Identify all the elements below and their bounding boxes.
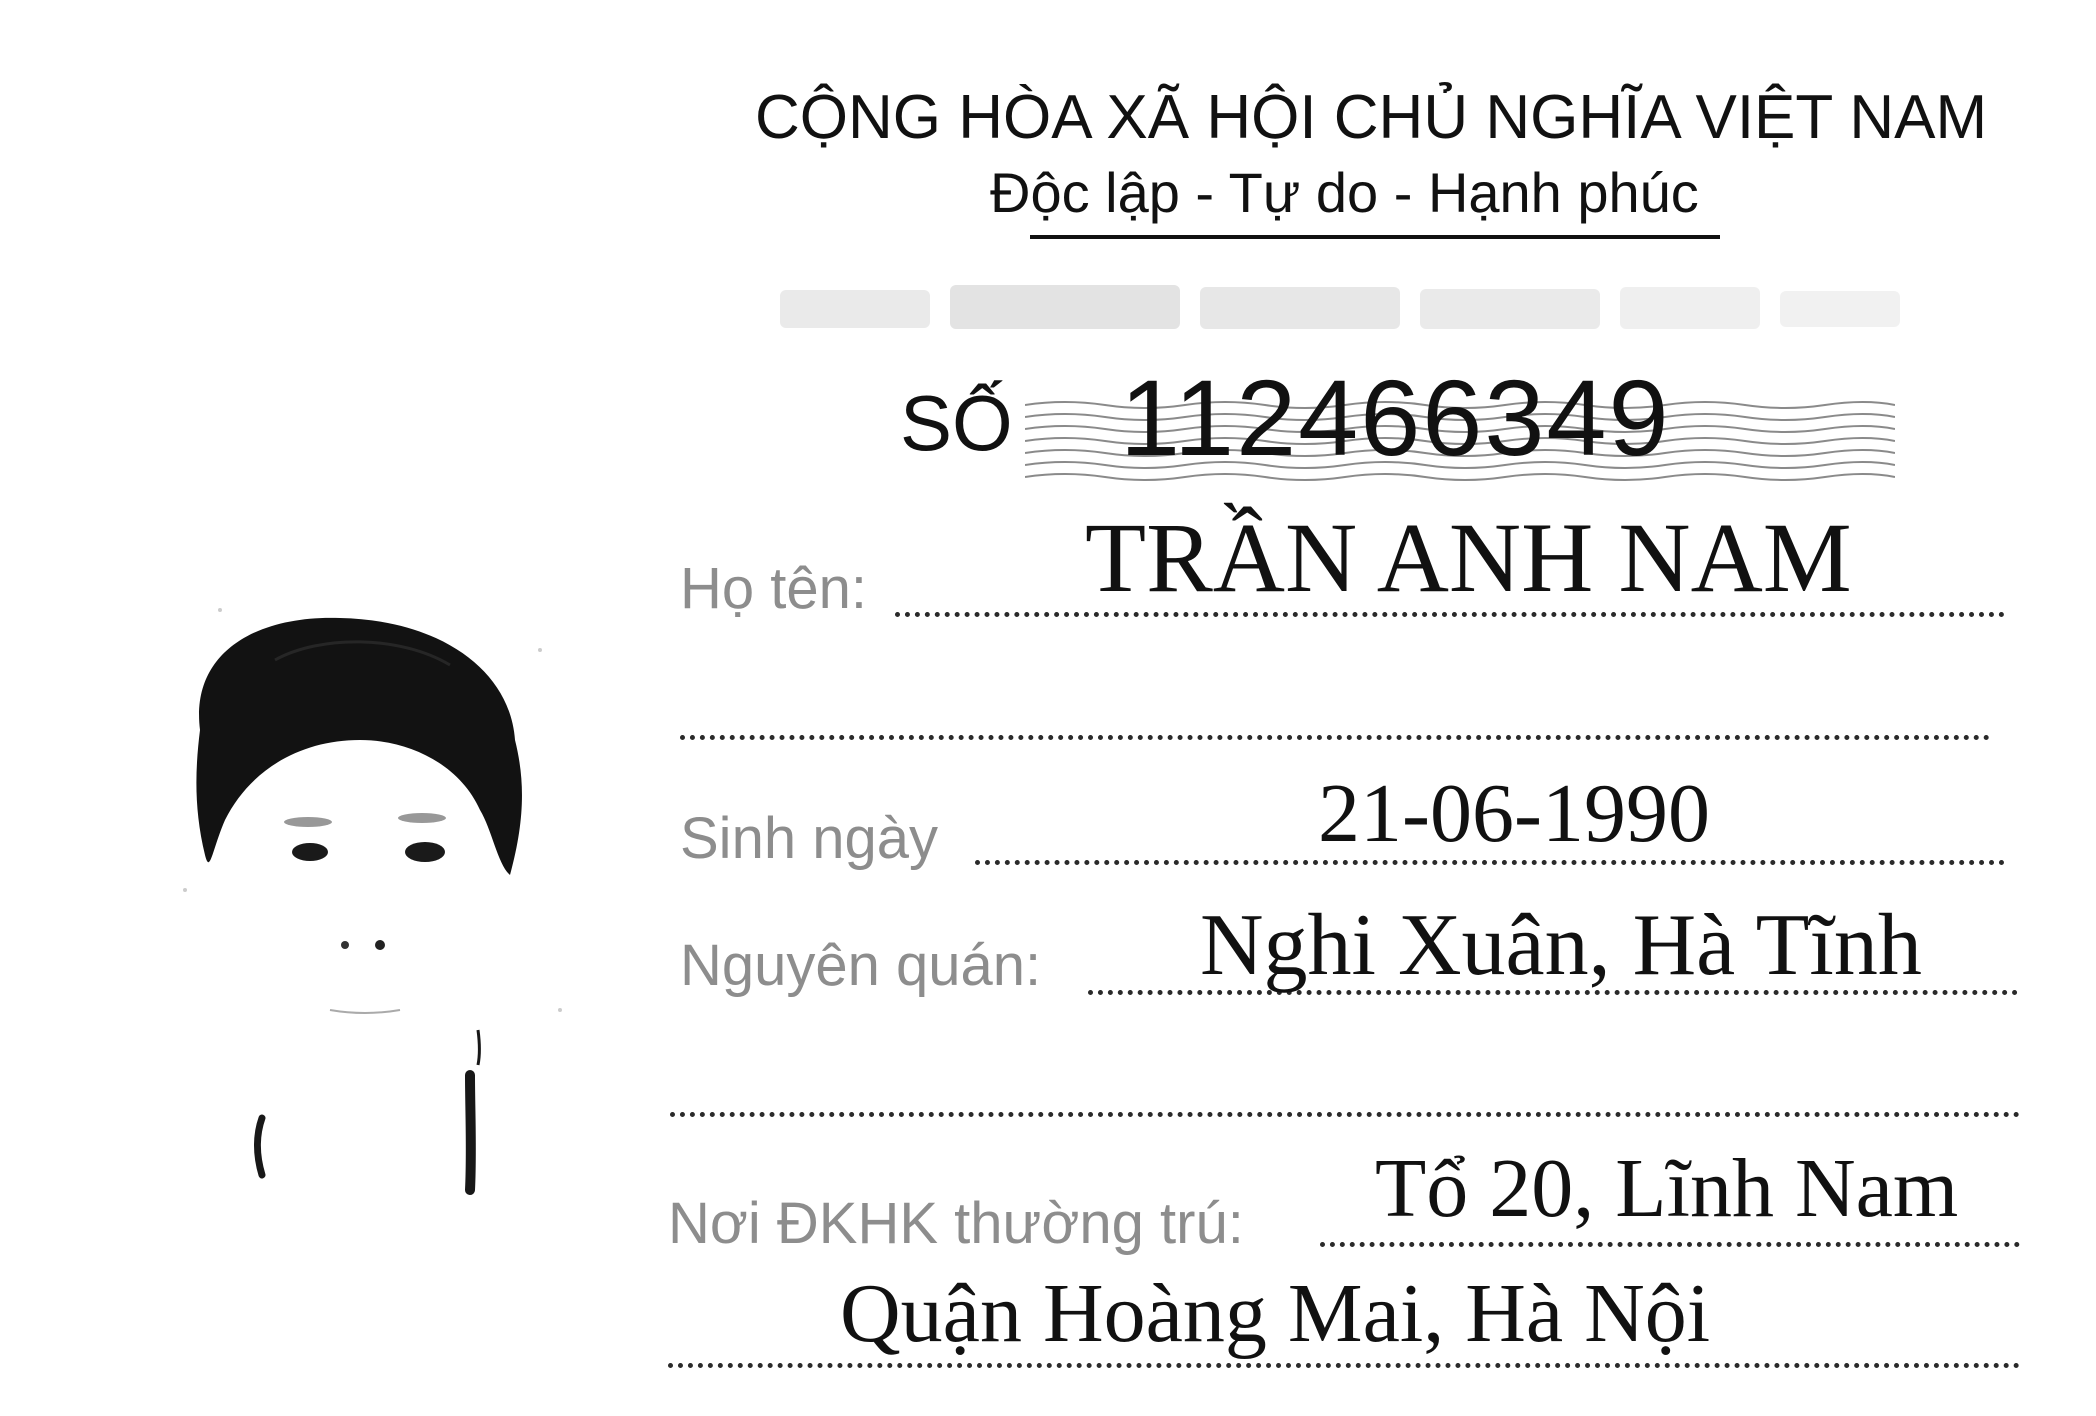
- portrait-photo: [183, 608, 562, 1195]
- origin-dotted-line-2: [670, 1112, 2020, 1117]
- card-number: 112466349: [1120, 357, 1671, 478]
- motto: Độc lập - Tự do - Hạnh phúc: [990, 161, 1699, 224]
- name-dotted-line-2: [680, 735, 1990, 740]
- number-label: SỐ: [900, 379, 1013, 467]
- origin-value: Nghi Xuân, Hà Tĩnh: [1200, 897, 1922, 994]
- dob-label: Sinh ngày: [680, 806, 938, 871]
- country-title: CỘNG HÒA XÃ HỘI CHỦ NGHĨA VIỆT NAM: [755, 83, 1988, 152]
- residence-dotted-line: [1320, 1242, 2020, 1247]
- faded-header-text: [780, 285, 1900, 329]
- name-value: TRẦN ANH NAM: [1085, 502, 1852, 613]
- motto-underline: [1030, 235, 1720, 239]
- residence-label: Nơi ĐKHK thường trú:: [668, 1191, 1244, 1256]
- name-label: Họ tên:: [680, 556, 867, 621]
- residence-dotted-line-2: [668, 1363, 2020, 1368]
- dob-value: 21-06-1990: [1318, 767, 1710, 860]
- origin-label: Nguyên quán:: [680, 933, 1042, 998]
- residence-value-line1: Tổ 20, Lĩnh Nam: [1375, 1142, 1959, 1235]
- residence-value-line2: Quận Hoàng Mai, Hà Nội: [840, 1267, 1711, 1360]
